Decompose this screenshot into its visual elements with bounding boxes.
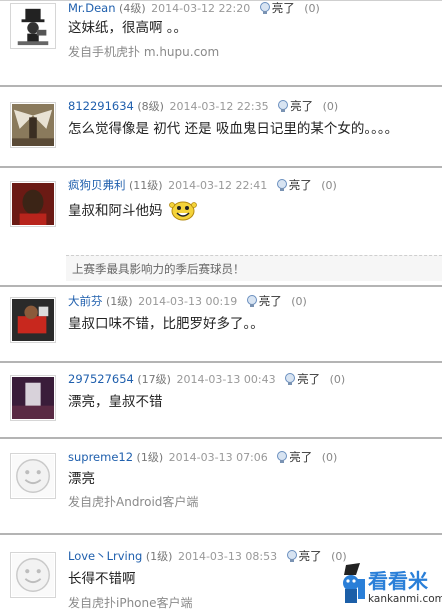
timestamp: 2014-03-13 08:53 (177, 550, 278, 563)
watermark-title: 看看米 (368, 569, 428, 593)
lightbulb-icon (285, 373, 296, 385)
mascot-icon (343, 563, 365, 603)
default-face-icon (12, 455, 54, 497)
light-count: (0) (321, 451, 338, 464)
red-jersey-player-icon (12, 299, 54, 341)
comment-separator (0, 285, 442, 287)
light-up-label: 亮了 (290, 99, 314, 113)
comment-text-content: 皇叔和阿斗他妈 (68, 203, 163, 219)
watermark: 看看米 kankanmi.com (338, 561, 442, 611)
comment-source: 发自虎扑iPhone客户端 (68, 596, 193, 610)
comment-separator (0, 533, 442, 535)
user-level: (8级) (137, 100, 164, 113)
light-up-button[interactable]: 亮了 (275, 450, 312, 464)
lightbulb-icon (278, 100, 289, 112)
light-count: (0) (322, 100, 339, 113)
lightbulb-icon (286, 550, 297, 562)
timestamp: 2014-03-12 22:35 (169, 100, 269, 113)
comment-meta: Mr.Dean (4级) 2014-03-12 22:20 亮了 (0) (68, 0, 320, 16)
lightbulb-icon (259, 2, 270, 14)
comment-meta: Love丶Lrving (1级) 2014-03-13 08:53 亮了 (0) (68, 548, 347, 564)
comment-separator (0, 437, 442, 439)
light-up-label: 亮了 (297, 372, 321, 386)
avatar[interactable] (10, 3, 56, 49)
light-up-button[interactable]: 亮了 (283, 372, 320, 386)
avatar[interactable] (10, 552, 56, 598)
laughing-emoji-icon (168, 201, 197, 221)
comment-meta: supreme12 (1级) 2014-03-13 07:06 亮了 (0) (68, 449, 337, 465)
comment-meta: 大前芬 (1级) 2014-03-13 00:19 亮了 (0) (68, 293, 307, 309)
user-level: (4级) (119, 2, 146, 15)
avatar[interactable] (10, 453, 56, 499)
light-count: (0) (291, 295, 307, 308)
username-link[interactable]: supreme12 (68, 450, 133, 464)
user-level: (11级) (129, 179, 163, 192)
light-up-label: 亮了 (271, 1, 295, 15)
watermark-url: kankanmi.com (368, 593, 442, 605)
light-up-button[interactable]: 亮了 (245, 294, 282, 308)
light-up-button[interactable]: 亮了 (276, 99, 313, 113)
top-hat-character-icon (12, 5, 54, 47)
lightbulb-icon (276, 179, 287, 191)
light-up-button[interactable]: 亮了 (275, 178, 312, 192)
light-count: (0) (304, 2, 320, 15)
username-link[interactable]: 812291634 (68, 99, 134, 113)
light-count: (0) (329, 373, 346, 386)
comment-text: 皇叔口味不错，比肥罗好多了。。 (68, 316, 264, 332)
timestamp: 2014-03-12 22:20 (151, 2, 251, 15)
username-link[interactable]: 疯狗贝弗利 (68, 178, 126, 192)
comment-meta: 疯狗贝弗利 (11级) 2014-03-12 22:41 亮了 (0) (68, 177, 337, 193)
winged-figure-icon (12, 104, 54, 146)
avatar[interactable] (10, 297, 56, 343)
comment-text: 漂亮，皇叔不错 (68, 394, 163, 410)
avatar[interactable] (10, 102, 56, 148)
username-link[interactable]: Love丶Lrving (68, 549, 142, 563)
comment-source: 发自手机虎扑 m.hupu.com (68, 45, 220, 59)
comment-separator (0, 361, 442, 363)
dark-photo-icon (12, 377, 54, 419)
avatar[interactable] (10, 181, 56, 227)
user-level: (1级) (136, 451, 164, 464)
avatar[interactable] (10, 375, 56, 421)
timestamp: 2014-03-13 07:06 (168, 451, 268, 464)
light-up-label: 亮了 (258, 294, 282, 308)
lightbulb-icon (277, 451, 288, 463)
user-level: (17级) (137, 373, 171, 386)
comment-meta: 297527654 (17级) 2014-03-13 00:43 亮了 (0) (68, 371, 345, 387)
timestamp: 2014-03-13 00:43 (176, 373, 276, 386)
light-up-button[interactable]: 亮了 (285, 549, 322, 563)
user-level: (1级) (106, 295, 133, 308)
username-link[interactable]: Mr.Dean (68, 1, 116, 15)
username-link[interactable]: 297527654 (68, 372, 134, 386)
timestamp: 2014-03-12 22:41 (168, 179, 268, 192)
lightbulb-icon (246, 295, 257, 307)
comment-text: 这妹纸，很高啊 。。 (68, 20, 188, 36)
default-face-icon (12, 554, 54, 596)
light-count: (0) (321, 179, 337, 192)
comment-text: 皇叔和阿斗他妈 (68, 199, 438, 221)
light-up-button[interactable]: 亮了 (258, 1, 295, 15)
comment-text: 漂亮 (68, 471, 95, 487)
comment-meta: 812291634 (8级) 2014-03-12 22:35 亮了 (0) (68, 98, 338, 114)
timestamp: 2014-03-13 00:19 (138, 295, 238, 308)
user-level: (1级) (145, 550, 173, 563)
related-link[interactable]: 上赛季最具影响力的季后赛球员！ (66, 255, 442, 281)
light-up-label: 亮了 (288, 178, 312, 192)
comment-separator (0, 85, 442, 87)
comment-separator (0, 166, 442, 168)
player-portrait-icon (12, 183, 54, 225)
username-link[interactable]: 大前芬 (68, 294, 103, 308)
comment-source: 发自虎扑Android客户端 (68, 495, 199, 509)
light-up-label: 亮了 (298, 549, 322, 563)
light-up-label: 亮了 (289, 450, 313, 464)
comment-text: 怎么觉得像是 初代 还是 吸血鬼日记里的某个女的。。。。 (68, 121, 399, 137)
